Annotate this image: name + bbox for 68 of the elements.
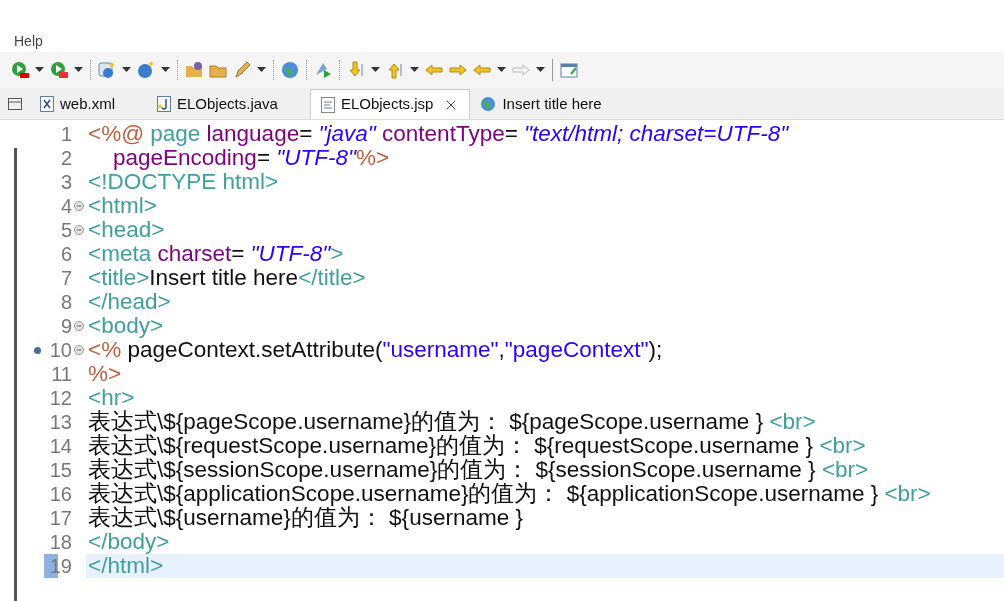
code-line: 表达式\${sessionScope.username}的值为： ${sessionScope.username } <br> <box>88 458 869 482</box>
code-line: 表达式\${applicationScope.username}的值为： ${applicationScope.username } <br> <box>88 482 931 506</box>
pen-icon[interactable] <box>232 60 252 80</box>
dropdown-caret-icon[interactable] <box>371 67 380 73</box>
line-number: 8 <box>60 292 72 312</box>
dropdown-caret-icon[interactable] <box>497 67 506 73</box>
dropdown-caret-icon[interactable] <box>410 67 419 73</box>
code-line: <hr> <box>88 386 135 410</box>
line-number: 18 <box>49 532 72 552</box>
dropdown-caret-icon[interactable] <box>161 67 170 73</box>
code-line: <meta charset= "UTF-8"> <box>88 242 344 266</box>
code-line: <% pageContext.setAttribute("username","pageContext"); <box>88 338 663 362</box>
line-number: 6 <box>60 244 72 264</box>
line-number: 4 <box>60 196 72 216</box>
code-line: <%@ page language= "java" contentType= "text/html; charset=UTF-8" <box>88 122 789 146</box>
line-number: 1 <box>60 124 72 144</box>
line-number: 10 <box>49 340 72 360</box>
document-icon <box>320 96 335 113</box>
code-line: <head> <box>88 218 165 242</box>
globe-icon <box>480 96 497 112</box>
line-number: 16 <box>49 484 72 504</box>
line-number: 2 <box>60 148 72 168</box>
code-line: pageEncoding= "UTF-8"%> <box>113 146 390 170</box>
line-number: 9 <box>60 316 72 336</box>
editor-tab[interactable]: web.xml <box>30 89 125 119</box>
line-number: 5 <box>60 220 72 240</box>
run-icon[interactable] <box>10 60 30 80</box>
fold-icon[interactable] <box>74 321 84 331</box>
editor-tab[interactable]: ELObjects.jsp <box>309 89 471 119</box>
code-line: 表达式\${pageScope.username}的值为： ${pageScope.username } <br> <box>88 410 816 434</box>
globe-icon[interactable] <box>280 60 300 80</box>
code-line: %> <box>88 362 122 386</box>
fold-icon[interactable] <box>74 225 84 235</box>
window-icon[interactable] <box>559 60 579 80</box>
code-line: <title>Insert title here</title> <box>88 266 366 290</box>
line-number: 17 <box>49 508 72 528</box>
fold-icon[interactable] <box>74 345 84 355</box>
run-icon[interactable] <box>49 60 69 80</box>
line-number: 11 <box>51 364 72 384</box>
line-number: 12 <box>49 388 72 408</box>
line-number: 13 <box>49 412 72 432</box>
java-file-icon <box>157 96 171 112</box>
code-line: 表达式\${requestScope.username}的值为： ${requestScope.username } <br> <box>88 434 866 458</box>
new-server-icon[interactable] <box>97 60 117 80</box>
dropdown-caret-icon[interactable] <box>35 67 44 73</box>
dropdown-caret-icon[interactable] <box>536 67 545 73</box>
code-line: </html> <box>88 554 164 578</box>
dropdown-caret-icon[interactable] <box>257 67 266 73</box>
new-service-icon[interactable] <box>136 60 156 80</box>
line-number: 3 <box>60 172 72 192</box>
minimize-icon[interactable] <box>8 97 22 110</box>
xml-file-icon <box>40 96 54 112</box>
dropdown-caret-icon[interactable] <box>122 67 131 73</box>
dropdown-caret-icon[interactable] <box>74 67 83 73</box>
code-line: <html> <box>88 194 157 218</box>
editor-tab[interactable]: ELObjects.java <box>147 89 288 119</box>
line-number: 7 <box>60 268 72 288</box>
line-number: 15 <box>49 460 72 480</box>
code-line: </body> <box>88 530 170 554</box>
menu-item[interactable]: Help <box>14 30 43 52</box>
code-line: </head> <box>88 290 171 314</box>
code-line: 表达式\${username}的值为： ${username } <box>88 506 523 530</box>
code-line: <!DOCTYPE html> <box>88 170 279 194</box>
open-folder-icon[interactable] <box>184 60 204 80</box>
line-number: 14 <box>49 436 72 456</box>
editor-tab[interactable]: Insert title here <box>470 89 612 119</box>
code-line: <body> <box>88 314 164 338</box>
fold-icon[interactable] <box>74 201 84 211</box>
